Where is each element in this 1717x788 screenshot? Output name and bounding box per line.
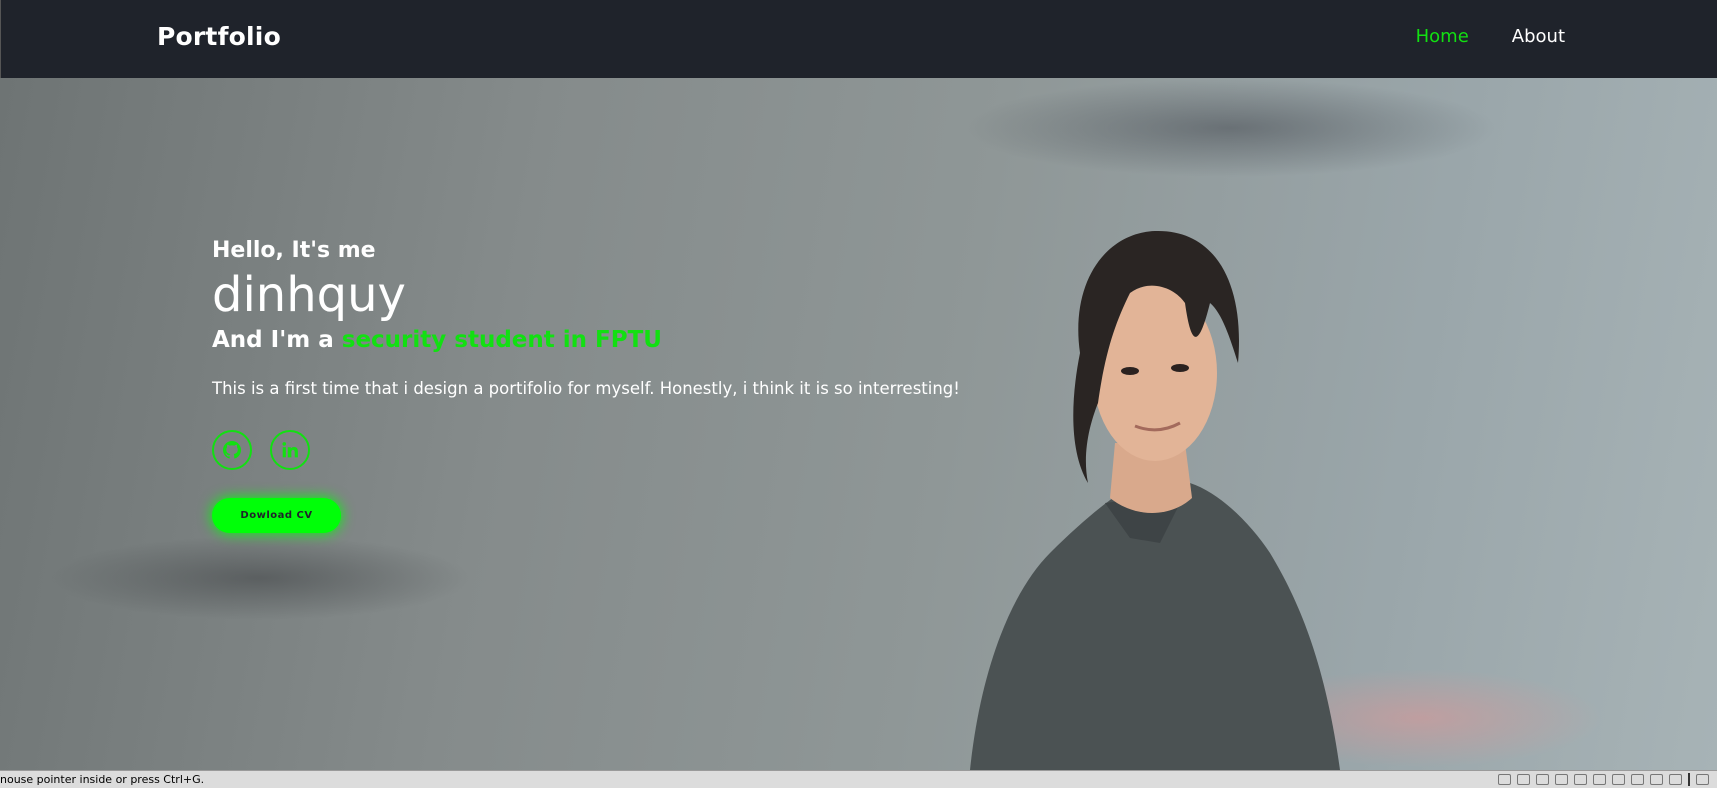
description: This is a first time that i design a por…: [212, 379, 960, 398]
record-icon[interactable]: [1631, 774, 1644, 785]
disk-icon[interactable]: [1498, 774, 1511, 785]
mouse-icon[interactable]: [1650, 774, 1663, 785]
nav-links: Home About: [1416, 26, 1565, 47]
role-prefix: And I'm a: [212, 327, 342, 353]
portrait-photo: [970, 230, 1340, 770]
nav-link-about[interactable]: About: [1512, 26, 1565, 47]
hero-name: dinhquy: [212, 267, 406, 323]
role-highlight: security student in FPTU: [341, 327, 662, 353]
social-links: [212, 430, 960, 470]
role-line: And I'm a security student in FPTU: [212, 327, 960, 353]
status-bar: nouse pointer inside or press Ctrl+G.: [0, 770, 1717, 788]
greeting: Hello, It's me: [212, 238, 376, 263]
download-cv-button[interactable]: Dowload CV: [212, 498, 341, 533]
linkedin-button[interactable]: [270, 430, 310, 470]
hero-section: Hello, It's me dinhquy And I'm a securit…: [0, 78, 1717, 770]
network-icon[interactable]: [1536, 774, 1549, 785]
keyboard-icon[interactable]: [1669, 774, 1682, 785]
nav-link-home[interactable]: Home: [1416, 26, 1469, 47]
network-icon[interactable]: [1517, 774, 1530, 785]
github-button[interactable]: [212, 430, 252, 470]
navbar: Portfolio Home About: [0, 0, 1717, 78]
linkedin-icon: [282, 442, 298, 458]
github-icon: [223, 441, 241, 459]
hero-text: Hello, It's me dinhquy And I'm a securit…: [212, 238, 960, 533]
status-text: nouse pointer inside or press Ctrl+G.: [0, 773, 205, 786]
usb-icon[interactable]: [1593, 774, 1606, 785]
tray-separator: [1688, 773, 1690, 786]
usb-icon[interactable]: [1612, 774, 1625, 785]
logo[interactable]: Portfolio: [157, 22, 281, 51]
system-tray: [1498, 773, 1709, 786]
audio-icon[interactable]: [1574, 774, 1587, 785]
network-icon[interactable]: [1555, 774, 1568, 785]
notification-icon[interactable]: [1696, 774, 1709, 785]
